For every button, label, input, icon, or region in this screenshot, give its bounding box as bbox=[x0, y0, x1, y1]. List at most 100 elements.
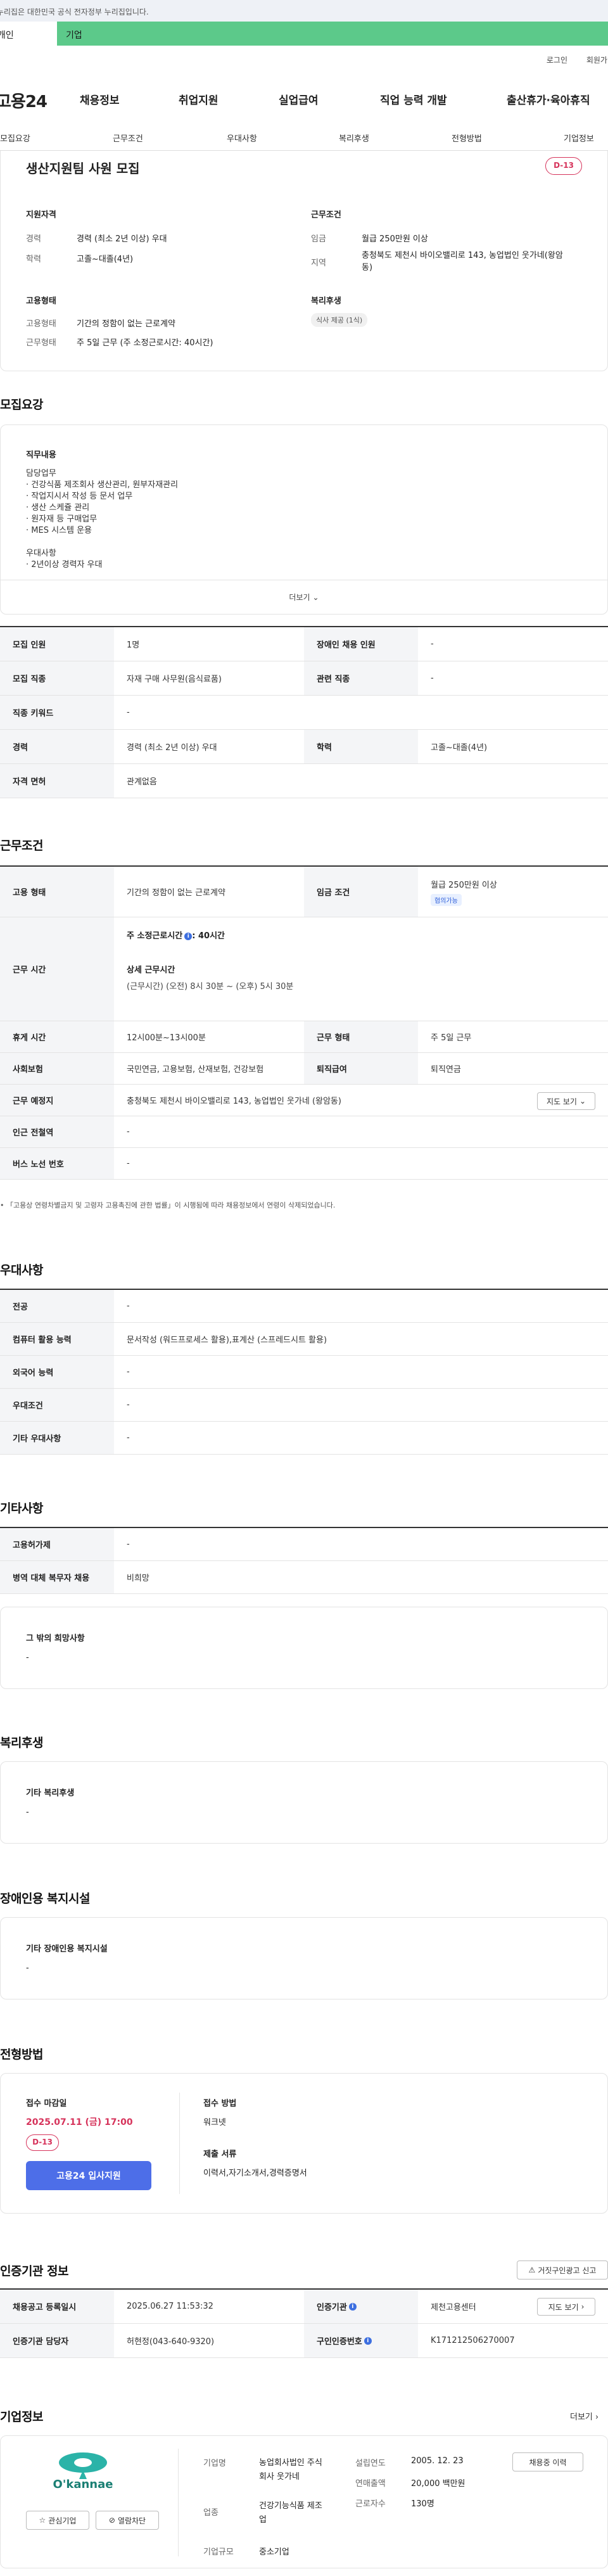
subnav-welfare[interactable]: 복리후생 bbox=[339, 132, 369, 144]
company-card: O'kannae ☆ 관심기업 ⊘ 열람차단 기업명 농업회사법인 주식회사 웃가네… bbox=[0, 2435, 608, 2568]
gnb-item-employment[interactable]: 취업지원 bbox=[179, 91, 218, 107]
pref-table: 전공 - 컴퓨터 활용 능력 문서작성 (워드프로세스 활용),표계산 (스프레… bbox=[0, 1289, 608, 1455]
work-label: 근무형태 bbox=[26, 338, 56, 348]
table-row: 우대조건 - bbox=[0, 1389, 608, 1422]
workcond-section-title: 근무조건 bbox=[0, 839, 43, 853]
company-emp-label: 근로자수 bbox=[355, 2499, 386, 2509]
tab-corporate[interactable]: 기업 bbox=[57, 22, 608, 46]
welfare-value: - bbox=[26, 1808, 29, 1817]
wage-cell: 월급 250만원 이상 협의가능 bbox=[418, 867, 608, 917]
gnb-item-unemployment[interactable]: 실업급여 bbox=[279, 91, 319, 107]
table-cell: - bbox=[127, 1127, 130, 1137]
table-header: 채용공고 등록일시 bbox=[0, 2290, 114, 2323]
table-cell: 제천고용센터 bbox=[431, 2303, 476, 2312]
table-header: 버스 노선 번호 bbox=[0, 1148, 114, 1179]
subnav-company[interactable]: 기업정보 bbox=[564, 132, 594, 144]
weekly-hours: 주 소정근로시간 i: 40시간 bbox=[127, 931, 225, 941]
docs-value: 이력서,자기소개서,경력증명서 bbox=[203, 2169, 307, 2178]
deadline-label: 접수 마감일 bbox=[26, 2099, 67, 2108]
info-icon[interactable]: i bbox=[348, 2302, 357, 2311]
gnb-item-training[interactable]: 직업 능력 개발 bbox=[380, 91, 447, 107]
table-header: 전공 bbox=[0, 1290, 114, 1322]
more-label: 더보기 bbox=[289, 593, 310, 602]
duty-title: 직무내용 bbox=[26, 450, 56, 460]
table-header: 학력 bbox=[304, 730, 418, 763]
info-icon[interactable]: i bbox=[184, 932, 193, 940]
duty-list: 담당업무 · 건강식품 제조회사 생산관리, 원부자재관리 · 작업지시서 작성… bbox=[26, 468, 406, 571]
table-cell: 국민연금, 고용보험, 산재보험, 건강보험 bbox=[127, 1065, 264, 1074]
table-header: 기타 우대사항 bbox=[0, 1422, 114, 1454]
tab-personal[interactable]: 개인 bbox=[0, 22, 57, 46]
disability-value: - bbox=[26, 1963, 29, 1973]
table-header: 모집 인원 bbox=[0, 627, 114, 661]
table-row: 직종 키워드 - bbox=[0, 696, 608, 730]
gnb-item-jobs[interactable]: 채용정보 bbox=[80, 91, 120, 107]
report-button[interactable]: ⚠ 거짓구인광고 신고 bbox=[517, 2260, 608, 2280]
star-icon: ☆ bbox=[39, 2516, 46, 2525]
gnb-item-leave[interactable]: 출산휴가·육아휴직 bbox=[507, 91, 590, 107]
welfare-card: 기타 복리후생 - bbox=[0, 1761, 608, 1844]
map-button[interactable]: 지도 보기 ⌄ bbox=[537, 1092, 595, 1110]
table-cell: 문서작성 (워드프로세스 활용),표계산 (스프레드시트 활용) bbox=[127, 1336, 327, 1345]
company-sales-label: 연매출액 bbox=[355, 2479, 386, 2489]
site-logo[interactable]: 고용24 bbox=[0, 89, 48, 112]
subnav-process[interactable]: 전형방법 bbox=[452, 132, 482, 144]
edu-label: 학력 bbox=[26, 255, 41, 264]
table-cell: - bbox=[127, 1159, 130, 1168]
table-header: 근무 예정지 bbox=[0, 1085, 114, 1116]
company-size-value: 중소기업 bbox=[259, 2547, 289, 2557]
table-header: 사회보험 bbox=[0, 1053, 114, 1084]
negotiable-badge: 협의가능 bbox=[431, 893, 462, 906]
table-cell: 주 5일 근무 bbox=[431, 1033, 472, 1043]
table-header: 직종 키워드 bbox=[0, 696, 114, 729]
table-cell: - bbox=[127, 1400, 130, 1410]
favorite-company-button[interactable]: ☆ 관심기업 bbox=[26, 2511, 89, 2530]
subnav-pref[interactable]: 우대사항 bbox=[227, 132, 257, 144]
company-jobs-button[interactable]: 채용중 이력 bbox=[512, 2452, 583, 2471]
subnav-recruit[interactable]: 모집요강 bbox=[0, 132, 30, 144]
table-header: 고용 형태 bbox=[0, 867, 114, 917]
duty-line: · 2년이상 경력자 우대 bbox=[26, 560, 103, 570]
info-icon[interactable]: i bbox=[364, 2337, 372, 2345]
section-nav: 모집요강 근무조건 우대사항 복리후생 전형방법 기업정보 bbox=[0, 125, 608, 151]
emp-title: 고용형태 bbox=[26, 296, 56, 306]
table-row: 모집 인원 1명 장애인 채용 인원 - bbox=[0, 627, 608, 661]
method-label: 접수 방법 bbox=[203, 2099, 237, 2108]
other-wish-value: - bbox=[26, 1653, 29, 1662]
subnav-workcond[interactable]: 근무조건 bbox=[113, 132, 143, 144]
company-divider bbox=[178, 2449, 179, 2556]
more-bar[interactable]: 더보기 ⌄ bbox=[1, 580, 607, 614]
chevron-right-icon: › bbox=[595, 2413, 599, 2422]
table-row: 인증기관 담당자 허현정(043-640-9320) 구인인증번호 i K1712… bbox=[0, 2324, 608, 2358]
agency-table: 채용공고 등록일시 2025.06.27 11:53:32 인증기관 i 제천고용… bbox=[0, 2288, 608, 2358]
company-size-label: 기업규모 bbox=[203, 2547, 234, 2557]
career-label: 경력 bbox=[26, 234, 41, 244]
disability-card: 기타 장애인용 복지시설 - bbox=[0, 1917, 608, 1999]
company-emp-value: 130명 bbox=[411, 2499, 434, 2509]
table-cell: - bbox=[127, 1433, 130, 1443]
table-cell: 2025.06.27 11:53:32 bbox=[127, 2302, 213, 2311]
table-cell: 충청북도 제천시 바이오밸리로 143, 농업법인 웃가네 (왕암동) bbox=[127, 1097, 341, 1106]
company-est-label: 설립연도 bbox=[355, 2459, 386, 2468]
chevron-down-icon: ⌄ bbox=[312, 592, 319, 602]
process-dday-badge: D-13 bbox=[26, 2134, 59, 2151]
recruit-table: 모집 인원 1명 장애인 채용 인원 - 모집 직종 자재 구매 사무원(음식료… bbox=[0, 626, 608, 798]
table-cell: 자재 구매 사무원(음식료품) bbox=[127, 675, 222, 684]
chevron-right-icon: › bbox=[581, 2302, 585, 2311]
table-header: 인증기관 담당자 bbox=[0, 2324, 114, 2357]
table-header: 근무 형태 bbox=[304, 1021, 418, 1052]
company-more-link[interactable]: 더보기 › bbox=[570, 2410, 598, 2422]
block-company-button[interactable]: ⊘ 열람차단 bbox=[96, 2511, 159, 2530]
chevron-down-icon: ⌄ bbox=[579, 1097, 586, 1106]
apply-button[interactable]: 고용24 입사지원 bbox=[26, 2161, 151, 2190]
global-nav: 고용24 채용정보 취업지원 실업급여 직업 능력 개발 출산휴가·육아휴직 bbox=[0, 82, 608, 114]
table-header: 자격 면허 bbox=[0, 764, 114, 798]
block-icon: ⊘ bbox=[108, 2516, 115, 2525]
duty-line: · 작업지시서 작성 등 문서 업무 bbox=[26, 492, 133, 501]
table-header: 근무 시간 bbox=[0, 917, 114, 1021]
company-industry-value: 건강기능식품 제조업 bbox=[259, 2501, 322, 2525]
agency-map-button[interactable]: 지도 보기 › bbox=[537, 2298, 595, 2316]
join-link[interactable]: 회원가입 bbox=[586, 56, 608, 65]
table-row: 병역 대체 복무자 채용 비희망 bbox=[0, 1561, 608, 1594]
login-link[interactable]: 로그인 bbox=[547, 56, 567, 65]
